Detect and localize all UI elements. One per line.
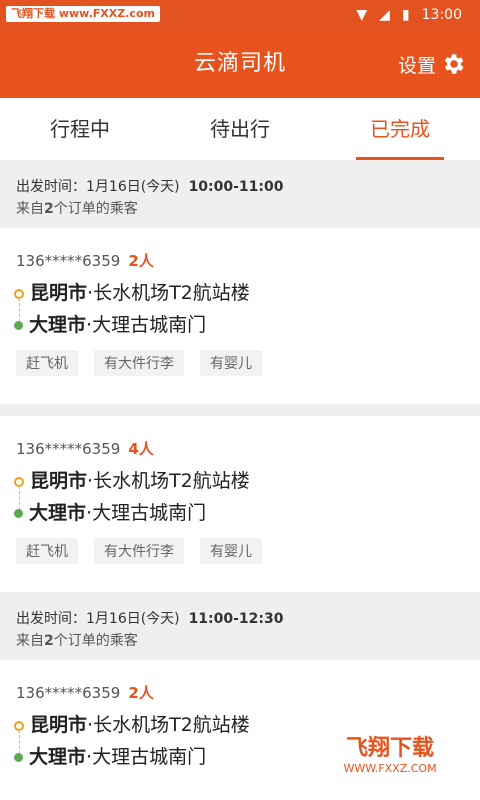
tag-list: 赶飞机 有大件行李 有婴儿 <box>16 538 262 564</box>
settings-button[interactable]: 设置 <box>398 30 466 98</box>
tag: 有婴儿 <box>200 538 262 564</box>
passenger-phone: 136*****6359 2人 <box>16 252 154 270</box>
app-bar: 云滴司机 设置 <box>0 30 480 98</box>
passenger-phone: 136*****6359 2人 <box>16 684 154 702</box>
departure-time: 出发时间：1月16日(今天) 11:00-12:30 <box>16 611 284 627</box>
passenger-count: 2人 <box>128 252 154 270</box>
tag: 赶飞机 <box>16 538 78 564</box>
order-source: 来自2个订单的乘客 <box>16 633 138 649</box>
status-time: 13:00 <box>421 7 462 23</box>
battery-icon: ▮ <box>401 7 410 23</box>
trip-card[interactable]: 136*****6359 4人 昆明市·长水机场T2航站楼 大理市·大理古城南门 … <box>0 416 480 592</box>
tag: 赶飞机 <box>16 350 78 376</box>
group-header: 出发时间：1月16日(今天) 11:00-12:30 来自2个订单的乘客 <box>0 592 480 660</box>
route-origin: 昆明市·长水机场T2航站楼 <box>14 710 250 737</box>
status-bar: 飞翔下载 www.FXXZ.com ▼ ◢ ▮ 13:00 <box>0 0 480 30</box>
tab-upcoming[interactable]: 待出行 <box>160 98 320 160</box>
tag: 有婴儿 <box>200 350 262 376</box>
tag-list: 赶飞机 有大件行李 有婴儿 <box>16 350 262 376</box>
passenger-count: 2人 <box>128 684 154 702</box>
route-destination: 大理市·大理古城南门 <box>14 498 206 525</box>
destination-dot-icon <box>14 321 23 330</box>
status-icons: ▼ ◢ ▮ 13:00 <box>356 5 462 25</box>
order-source: 来自2个订单的乘客 <box>16 201 138 217</box>
destination-dot-icon <box>14 753 23 762</box>
origin-dot-icon <box>14 720 24 731</box>
route-destination: 大理市·大理古城南门 <box>14 742 206 769</box>
trip-card[interactable]: 136*****6359 2人 昆明市·长水机场T2航站楼 大理市·大理古城南门 … <box>0 228 480 404</box>
origin-dot-icon <box>14 288 24 299</box>
tab-in-progress[interactable]: 行程中 <box>0 98 160 160</box>
route-origin: 昆明市·长水机场T2航站楼 <box>14 466 250 493</box>
group-header: 出发时间：1月16日(今天) 10:00-11:00 来自2个订单的乘客 <box>0 160 480 228</box>
tag: 有大件行李 <box>94 538 184 564</box>
wifi-icon: ▼ <box>356 7 368 23</box>
watermark-logo: 飞翔下载 WWW.FXXZ.COM <box>310 720 470 784</box>
destination-dot-icon <box>14 509 23 518</box>
passenger-phone: 136*****6359 4人 <box>16 440 154 458</box>
signal-icon: ◢ <box>379 7 390 23</box>
origin-dot-icon <box>14 476 24 487</box>
passenger-count: 4人 <box>128 440 154 458</box>
tab-completed[interactable]: 已完成 <box>320 98 480 160</box>
departure-time: 出发时间：1月16日(今天) 10:00-11:00 <box>16 179 284 195</box>
tab-bar: 行程中 待出行 已完成 <box>0 98 480 160</box>
route-destination: 大理市·大理古城南门 <box>14 310 206 337</box>
watermark-badge: 飞翔下载 www.FXXZ.com <box>6 6 160 22</box>
route-origin: 昆明市·长水机场T2航站楼 <box>14 278 250 305</box>
gear-icon <box>444 54 464 74</box>
settings-label: 设置 <box>397 54 436 77</box>
tag: 有大件行李 <box>94 350 184 376</box>
